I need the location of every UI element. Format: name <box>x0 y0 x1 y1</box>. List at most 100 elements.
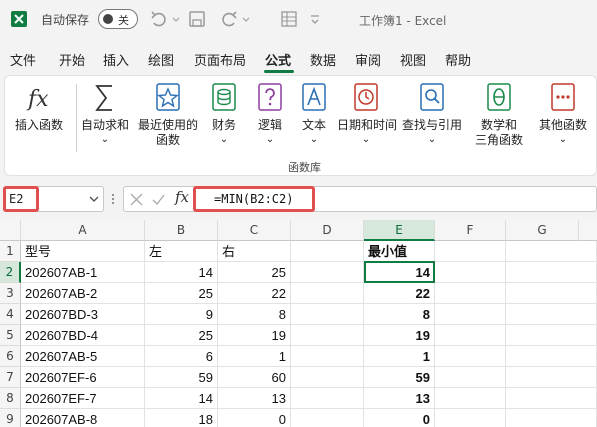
tab-data[interactable]: 数据 <box>310 50 336 69</box>
spreadsheet-icon[interactable] <box>278 8 300 30</box>
tab-page-layout[interactable]: 页面布局 <box>194 50 246 69</box>
autosave-toggle[interactable]: 关 <box>98 9 138 29</box>
redo-dropdown-icon[interactable] <box>240 8 252 30</box>
recently-used-button[interactable]: 最近使用的 函数 <box>135 82 201 154</box>
cell-e9[interactable]: 0 <box>364 409 435 427</box>
cell-c2[interactable]: 25 <box>218 262 291 283</box>
cell-d9[interactable] <box>291 409 364 427</box>
tab-review[interactable]: 审阅 <box>355 50 381 69</box>
math-trig-button[interactable]: 数学和 三角函数 <box>469 82 529 154</box>
cell-d6[interactable] <box>291 346 364 367</box>
cell-f4[interactable] <box>435 304 506 325</box>
cell-b7[interactable]: 59 <box>145 367 218 388</box>
cell-d2[interactable] <box>291 262 364 283</box>
undo-icon[interactable] <box>148 8 170 30</box>
cell-g7[interactable] <box>506 367 597 388</box>
cell-b1[interactable]: 左 <box>145 241 218 262</box>
cell-g4[interactable] <box>506 304 597 325</box>
cell-e3[interactable]: 22 <box>364 283 435 304</box>
cell-g5[interactable] <box>506 325 597 346</box>
cell-b4[interactable]: 9 <box>145 304 218 325</box>
cell-a4[interactable]: 202607BD-3 <box>21 304 145 325</box>
cell-d1[interactable] <box>291 241 364 262</box>
cell-e4[interactable]: 8 <box>364 304 435 325</box>
row-header[interactable]: 1 <box>0 241 21 262</box>
row-header[interactable]: 6 <box>0 346 21 367</box>
row-header[interactable]: 7 <box>0 367 21 388</box>
lookup-reference-button[interactable]: 查找与引用 ⌄ <box>401 82 463 154</box>
cell-b6[interactable]: 6 <box>145 346 218 367</box>
cell-e8[interactable]: 13 <box>364 388 435 409</box>
more-options-icon[interactable] <box>108 192 118 206</box>
column-header-c[interactable]: C <box>218 220 291 241</box>
more-functions-button[interactable]: 其他函数 ⌄ <box>533 82 593 154</box>
column-header-b[interactable]: B <box>145 220 218 241</box>
cell-c6[interactable]: 1 <box>218 346 291 367</box>
cell-g2[interactable] <box>506 262 597 283</box>
cell-f8[interactable] <box>435 388 506 409</box>
insert-function-fx-icon[interactable]: fx <box>175 188 189 206</box>
cell-a7[interactable]: 202607EF-6 <box>21 367 145 388</box>
column-header-e[interactable]: E <box>364 220 435 241</box>
cell-g3[interactable] <box>506 283 597 304</box>
cell-b9[interactable]: 18 <box>145 409 218 427</box>
date-time-button[interactable]: 日期和时间 ⌄ <box>337 82 397 154</box>
row-header[interactable]: 8 <box>0 388 21 409</box>
cell-e5[interactable]: 19 <box>364 325 435 346</box>
cell-e1[interactable]: 最小值 <box>364 241 435 262</box>
cell-c5[interactable]: 19 <box>218 325 291 346</box>
cell-f1[interactable] <box>435 241 506 262</box>
tab-draw[interactable]: 绘图 <box>148 50 174 69</box>
cell-g9[interactable] <box>506 409 597 427</box>
cell-c1[interactable]: 右 <box>218 241 291 262</box>
customize-toolbar-icon[interactable] <box>308 8 322 30</box>
tab-insert[interactable]: 插入 <box>103 50 129 69</box>
cell-a5[interactable]: 202607BD-4 <box>21 325 145 346</box>
cell-d5[interactable] <box>291 325 364 346</box>
tab-help[interactable]: 帮助 <box>445 50 471 69</box>
column-header-d[interactable]: D <box>291 220 364 241</box>
cell-g6[interactable] <box>506 346 597 367</box>
cancel-icon[interactable] <box>129 192 144 207</box>
column-header-g[interactable]: G <box>506 220 579 241</box>
tab-formulas[interactable]: 公式 <box>265 50 291 69</box>
autosum-button[interactable]: 自动求和 ⌄ <box>79 82 131 154</box>
row-header[interactable]: 5 <box>0 325 21 346</box>
row-header[interactable]: 9 <box>0 409 21 427</box>
row-header[interactable]: 3 <box>0 283 21 304</box>
text-button[interactable]: 文本 ⌄ <box>295 82 333 154</box>
cell-f3[interactable] <box>435 283 506 304</box>
cell-a6[interactable]: 202607AB-5 <box>21 346 145 367</box>
tab-file[interactable]: 文件 <box>10 50 36 69</box>
logical-button[interactable]: 逻辑 ⌄ <box>251 82 289 154</box>
cell-e7[interactable]: 59 <box>364 367 435 388</box>
cell-f2[interactable] <box>435 262 506 283</box>
save-icon[interactable] <box>186 8 208 30</box>
cell-d7[interactable] <box>291 367 364 388</box>
cell-f7[interactable] <box>435 367 506 388</box>
cell-a9[interactable]: 202607AB-8 <box>21 409 145 427</box>
cell-b8[interactable]: 14 <box>145 388 218 409</box>
cell-g8[interactable] <box>506 388 597 409</box>
cell-d8[interactable] <box>291 388 364 409</box>
cell-a1[interactable]: 型号 <box>21 241 145 262</box>
cell-a3[interactable]: 202607AB-2 <box>21 283 145 304</box>
cell-c9[interactable]: 0 <box>218 409 291 427</box>
cell-c7[interactable]: 60 <box>218 367 291 388</box>
row-header[interactable]: 4 <box>0 304 21 325</box>
cell-b2[interactable]: 14 <box>145 262 218 283</box>
cell-e6[interactable]: 1 <box>364 346 435 367</box>
chevron-down-icon[interactable] <box>88 193 100 205</box>
cell-d3[interactable] <box>291 283 364 304</box>
cell-b3[interactable]: 25 <box>145 283 218 304</box>
cell-a8[interactable]: 202607EF-7 <box>21 388 145 409</box>
cell-f9[interactable] <box>435 409 506 427</box>
enter-check-icon[interactable] <box>151 192 166 207</box>
redo-icon[interactable] <box>218 8 240 30</box>
row-header[interactable]: 2 <box>0 262 21 283</box>
column-header-a[interactable]: A <box>21 220 145 241</box>
cell-c3[interactable]: 22 <box>218 283 291 304</box>
undo-dropdown-icon[interactable] <box>170 8 182 30</box>
cell-b5[interactable]: 25 <box>145 325 218 346</box>
select-all-corner[interactable] <box>0 220 21 241</box>
